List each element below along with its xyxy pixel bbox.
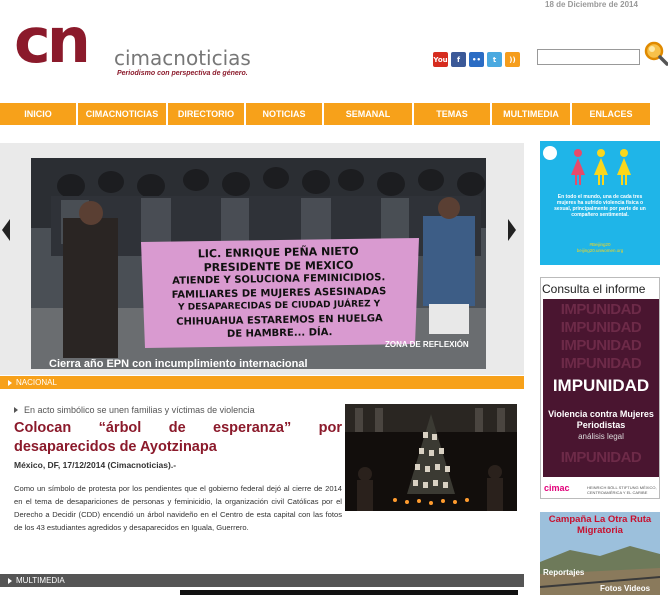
youtube-icon[interactable]: You (433, 52, 448, 67)
triangle-icon (14, 407, 18, 413)
nav-temas[interactable]: TEMAS (414, 103, 492, 125)
impunidad-echo: IMPUNIDAD (560, 301, 642, 318)
triangle-icon (8, 577, 12, 584)
logo-mark: cn (14, 4, 91, 77)
impunidad-small: análisis legal (578, 432, 624, 441)
impunidad-report-ad[interactable]: Consulta el informe IMPUNIDAD IMPUNIDAD … (540, 277, 660, 499)
featured-slide-image[interactable]: LIC. ENRIQUE PEÑA NIETO PRESIDENTE DE ME… (31, 158, 486, 369)
ad1-tags: #Beijing20 beijing20.unwomen.org (576, 242, 624, 253)
tree-photo (345, 404, 517, 511)
slider-next-arrow-icon[interactable] (508, 219, 516, 241)
nav-multimedia[interactable]: MULTIMEDIA (492, 103, 572, 125)
section-label: MULTIMEDIA (16, 576, 65, 585)
impunidad-title: IMPUNIDAD (552, 376, 650, 395)
banner-text: LIC. ENRIQUE PEÑA NIETO PRESIDENTE DE ME… (142, 244, 416, 343)
kicker-text: En acto simbólico se unen familias y víc… (24, 405, 255, 415)
header-date: 18 de Diciembre de 2014 (545, 0, 638, 9)
beijing20-ad[interactable]: En todo el mundo, una de cada tres mujer… (540, 141, 660, 265)
nav-enlaces[interactable]: ENLACES (572, 103, 650, 125)
section-bar-nacional[interactable]: NACIONAL (0, 376, 524, 389)
article-kicker: En acto simbólico se unen familias y víc… (14, 405, 255, 415)
multimedia-thumbnail[interactable] (180, 590, 518, 595)
search-input[interactable] (537, 49, 640, 65)
impunidad-echo: IMPUNIDAD (560, 319, 642, 336)
impunidad-echo: IMPUNIDAD (560, 449, 642, 466)
social-links: You f •• t)) (433, 52, 520, 67)
section-bar-multimedia[interactable]: MULTIMEDIA (0, 574, 524, 587)
hbs-logo: HEINRICH BÖLL STIFTUNG MÉXICO, CENTROAMÉ… (587, 485, 657, 495)
rss-icon[interactable]: )) (505, 52, 520, 67)
logo-name: cimacnoticias (114, 46, 251, 70)
twitter-icon[interactable]: t (487, 52, 502, 67)
impunidad-cover: IMPUNIDAD IMPUNIDAD IMPUNIDAD IMPUNIDAD … (543, 299, 659, 477)
article-image[interactable] (345, 404, 517, 511)
slide-section-label[interactable]: ZONA DE REFLEXIÓN (385, 340, 469, 349)
nav-inicio[interactable]: INICIO (0, 103, 78, 125)
flickr-icon[interactable]: •• (469, 52, 484, 67)
nav-noticias[interactable]: NOTICIAS (246, 103, 324, 125)
otra-ruta-ad[interactable]: Campaña La Otra Ruta Migratoria Reportaj… (540, 512, 660, 595)
logo-tagline: Periodismo con perspectiva de género. (117, 70, 248, 77)
featured-slider: LIC. ENRIQUE PEÑA NIETO PRESIDENTE DE ME… (0, 143, 524, 375)
impunidad-echo: IMPUNIDAD (560, 355, 642, 372)
impunidad-subtitle: Violencia contra Mujeres Periodistas (548, 409, 654, 430)
ad3-reportajes: Reportajes (543, 568, 585, 577)
slide-caption[interactable]: Cierra año EPN con incumplimiento intern… (49, 358, 308, 369)
magnifier-icon (644, 41, 668, 66)
search-button[interactable] (643, 40, 668, 66)
article-dateline: México, DF, 17/12/2014 (Cimacnoticias).- (14, 460, 177, 470)
ad2-header: Consulta el informe (542, 282, 646, 296)
facebook-icon[interactable]: f (451, 52, 466, 67)
women-figures-icon (543, 146, 631, 185)
section-label: NACIONAL (16, 378, 57, 387)
ad1-text: En todo el mundo, una de cada tres mujer… (554, 194, 646, 218)
triangle-icon (8, 379, 12, 386)
site-logo[interactable]: cn cimacnoticias Periodismo con perspect… (14, 10, 264, 85)
slider-prev-arrow-icon[interactable] (2, 219, 10, 241)
ad3-fotos-videos: Fotos Videos (600, 584, 651, 593)
impunidad-echo: IMPUNIDAD (560, 337, 642, 354)
main-nav: INICIO CIMACNOTICIAS DIRECTORIO NOTICIAS… (0, 103, 650, 125)
article-body: Como un símbolo de protesta por los pend… (14, 484, 342, 532)
nav-semanal[interactable]: SEMANAL (324, 103, 414, 125)
cimac-logo: cimac (544, 483, 570, 493)
ad3-title: Campaña La Otra Ruta Migratoria (548, 514, 652, 536)
article-headline[interactable]: Colocan “árbol de esperanza” por desapar… (14, 419, 342, 457)
nav-cimacnoticias[interactable]: CIMACNOTICIAS (78, 103, 168, 125)
nav-directorio[interactable]: DIRECTORIO (168, 103, 246, 125)
